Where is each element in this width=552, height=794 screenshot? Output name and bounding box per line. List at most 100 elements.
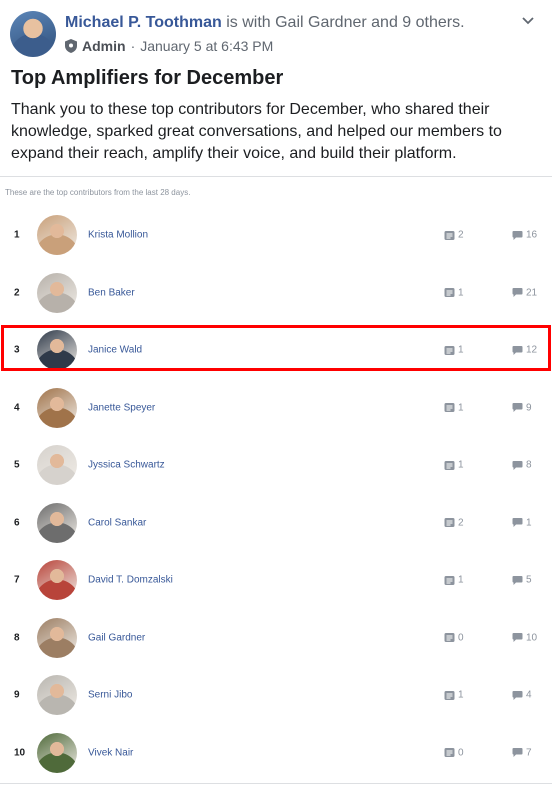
rank-number: 3	[14, 344, 20, 356]
post-meta: Admin · January 5 at 6:43 PM	[65, 38, 273, 54]
leaderboard-row: 8 Gail Gardner 0 10	[0, 609, 552, 666]
member-name-link[interactable]: Carol Sankar	[88, 517, 146, 528]
post-count-value: 2	[458, 517, 464, 528]
post-count: 0	[444, 747, 464, 758]
rank-number: 4	[14, 402, 20, 413]
member-avatar[interactable]	[37, 675, 77, 715]
chevron-down-icon[interactable]	[522, 17, 534, 25]
member-name-link[interactable]: Krista Mollion	[88, 230, 148, 241]
post-count-value: 2	[458, 229, 464, 241]
leaderboard-row: 5 Jyssica Schwartz 1 8	[0, 437, 552, 494]
post-count: 2	[444, 517, 464, 528]
comment-icon	[512, 403, 523, 413]
comment-icon	[512, 230, 523, 240]
meta-separator: ·	[130, 38, 136, 54]
leaderboard-row: 2 Ben Baker 1 21	[0, 264, 552, 321]
comment-count: 7	[512, 747, 532, 758]
leaderboard-row: 7 David T. Domzalski 1 5	[0, 552, 552, 609]
post-count: 1	[444, 575, 464, 586]
member-avatar[interactable]	[37, 387, 77, 428]
rank-number: 7	[14, 574, 20, 586]
member-name-link[interactable]: Janice Wald	[88, 345, 142, 356]
post-count: 1	[444, 402, 464, 413]
post-icon	[444, 403, 455, 413]
leaderboard-row: 10 Vivek Nair 0 7	[0, 724, 552, 781]
comment-count: 10	[512, 632, 537, 643]
comment-icon	[512, 518, 523, 528]
post-count-value: 1	[458, 459, 464, 471]
comment-icon	[512, 690, 523, 700]
post-icon	[444, 460, 455, 470]
post-count-value: 0	[458, 747, 464, 758]
comment-count-value: 7	[526, 747, 532, 758]
post-header: Michael P. Toothman is with Gail Gardner…	[10, 11, 542, 59]
leaderboard-row: 1 Krista Mollion 2 16	[0, 207, 552, 264]
post-icon	[444, 575, 455, 585]
post-title: Top Amplifiers for December	[11, 67, 284, 89]
member-avatar[interactable]	[37, 502, 77, 543]
comment-count: 5	[512, 575, 532, 586]
member-name-link[interactable]: Ben Baker	[88, 287, 135, 298]
comment-count: 12	[512, 345, 537, 356]
post-count-value: 1	[458, 344, 464, 356]
divider	[0, 783, 552, 784]
member-avatar[interactable]	[37, 272, 77, 313]
comment-count: 1	[512, 517, 532, 528]
post-body: Thank you to these top contributors for …	[11, 101, 502, 162]
member-name-link[interactable]: Serni Jibo	[88, 690, 132, 701]
author-name-link[interactable]: Michael P. Toothman	[65, 14, 222, 31]
author-avatar[interactable]	[10, 11, 56, 57]
comment-icon	[512, 633, 523, 643]
member-avatar[interactable]	[37, 330, 77, 370]
post-count: 1	[444, 287, 464, 298]
post-count: 1	[444, 690, 464, 701]
member-avatar[interactable]	[37, 560, 77, 600]
post-count: 0	[444, 632, 464, 643]
comment-count-value: 9	[526, 402, 532, 413]
comment-count-value: 4	[526, 689, 532, 701]
member-name-link[interactable]: David T. Domzalski	[88, 575, 173, 586]
post-icon	[444, 288, 455, 298]
tagged-with-text[interactable]: is with Gail Gardner and 9 others.	[222, 14, 464, 31]
leaderboard-row: 4 Janette Speyer 1 9	[0, 379, 552, 436]
member-avatar[interactable]	[37, 732, 77, 773]
post-count-value: 1	[458, 287, 464, 298]
comment-count-value: 12	[526, 344, 538, 356]
shield-icon	[65, 39, 77, 53]
rank-number: 1	[14, 229, 20, 241]
comment-count: 4	[512, 690, 532, 701]
rank-number: 2	[14, 287, 20, 298]
post-count-value: 1	[458, 402, 464, 413]
post-count: 1	[444, 460, 464, 471]
comment-count-value: 21	[526, 287, 538, 298]
member-avatar[interactable]	[37, 445, 77, 485]
post-count: 2	[444, 230, 464, 241]
post-timestamp[interactable]: January 5 at 6:43 PM	[140, 38, 273, 54]
post-icon	[444, 690, 455, 700]
member-name-link[interactable]: Gail Gardner	[88, 632, 145, 643]
member-name-link[interactable]: Vivek Nair	[88, 747, 133, 758]
member-avatar[interactable]	[37, 617, 77, 658]
leaderboard-row: 6 Carol Sankar 2 1	[0, 494, 552, 551]
post-icon	[444, 230, 455, 240]
comment-count-value: 16	[526, 229, 538, 241]
member-avatar[interactable]	[37, 215, 77, 255]
comment-icon	[512, 575, 523, 585]
comment-count-value: 10	[526, 632, 538, 643]
post-icon	[444, 518, 455, 528]
comment-count: 9	[512, 402, 532, 413]
comment-icon	[512, 288, 523, 298]
comment-icon	[512, 460, 523, 470]
rank-number: 10	[14, 747, 26, 758]
rank-number: 6	[14, 517, 20, 528]
author-line: Michael P. Toothman is with Gail Gardner…	[65, 14, 465, 32]
post-count-value: 1	[458, 689, 464, 701]
rank-number: 5	[14, 459, 20, 471]
comment-icon	[512, 345, 523, 355]
post-count-value: 1	[458, 574, 464, 586]
leaderboard-row: 3 Janice Wald 1 12	[0, 322, 552, 379]
post-count: 1	[444, 345, 464, 356]
member-name-link[interactable]: Janette Speyer	[88, 402, 155, 413]
member-name-link[interactable]: Jyssica Schwartz	[88, 460, 165, 471]
comment-count: 21	[512, 287, 537, 298]
